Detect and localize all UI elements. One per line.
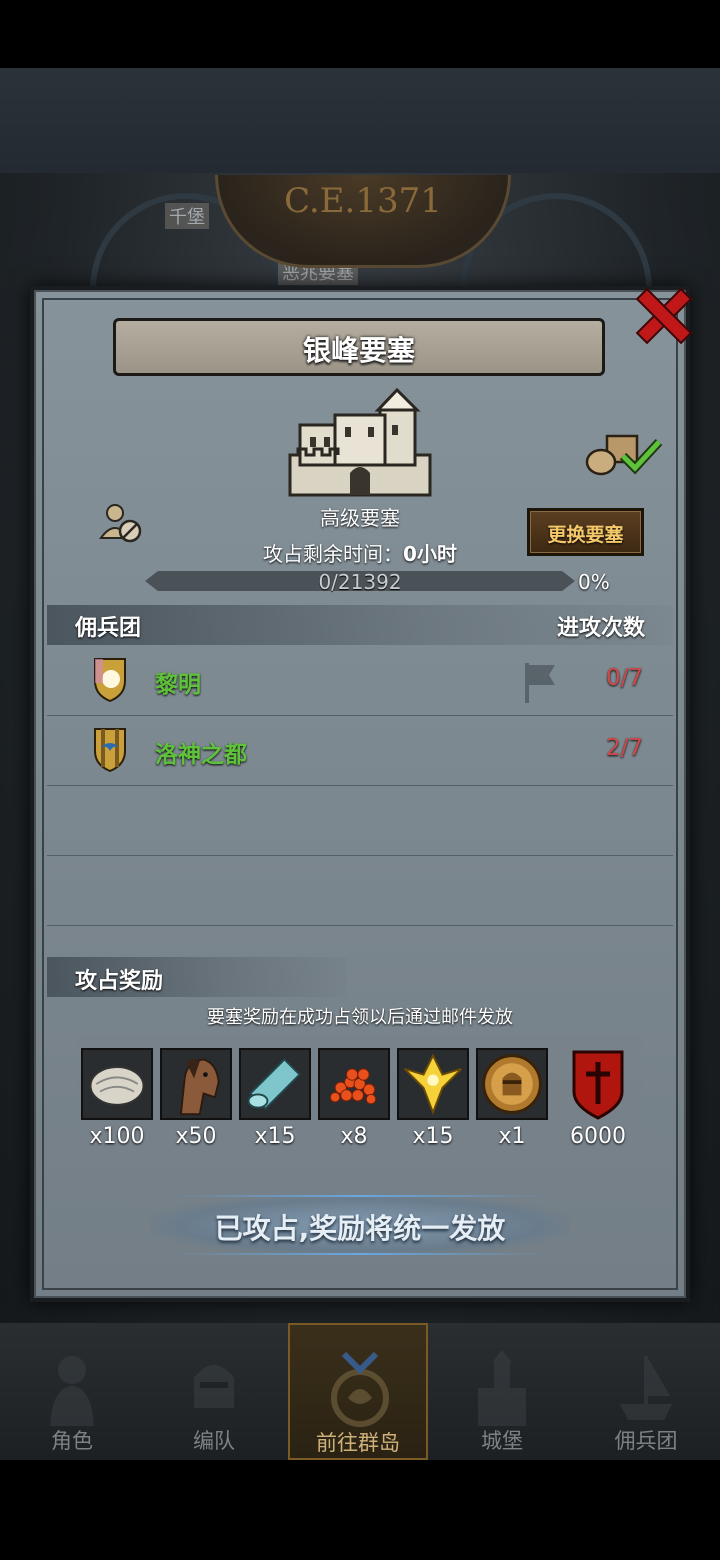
fortress-type: 高级要塞 bbox=[320, 506, 400, 530]
system-nav-area bbox=[0, 1460, 720, 1560]
knight-icon bbox=[50, 1356, 94, 1426]
reward-quantity: x15 bbox=[254, 1124, 296, 1149]
reward-quantity: x50 bbox=[175, 1124, 217, 1149]
guild-shield-icon bbox=[94, 728, 126, 773]
mercenary-row[interactable]: 黎明 0/7 bbox=[47, 645, 673, 716]
banner-emblem-icon bbox=[562, 1048, 634, 1120]
user-ban-icon[interactable] bbox=[98, 500, 143, 545]
guild-shield-icon bbox=[94, 658, 126, 703]
mercenary-row[interactable]: 洛神之都 2/7 bbox=[47, 715, 673, 786]
mercenary-name: 黎明 bbox=[155, 672, 201, 698]
nav-item-castle[interactable]: 城堡 bbox=[432, 1323, 572, 1460]
close-button[interactable] bbox=[630, 282, 693, 345]
nav-label: 前往群岛 bbox=[316, 1431, 400, 1455]
mercenary-header: 佣兵团 bbox=[75, 616, 142, 641]
roe-icon bbox=[318, 1048, 390, 1120]
castle-icon bbox=[288, 387, 432, 497]
dialog-title: 银峰要塞 bbox=[302, 334, 415, 367]
empty-row bbox=[47, 855, 673, 926]
flag-icon bbox=[525, 663, 555, 703]
mercenary-name: 洛神之都 bbox=[155, 742, 247, 768]
reward-item[interactable]: x100 bbox=[81, 1048, 153, 1149]
horse-icon bbox=[160, 1048, 232, 1120]
ship-icon bbox=[620, 1356, 672, 1420]
attack-count: 2/7 bbox=[605, 735, 643, 761]
nav-item-mercenary[interactable]: 佣兵团 bbox=[576, 1323, 716, 1460]
nav-label: 角色 bbox=[51, 1429, 93, 1453]
reward-item[interactable]: x1 bbox=[476, 1048, 548, 1149]
claimed-status-button[interactable]: 已攻占,奖励将统一发放 bbox=[150, 1195, 570, 1255]
knight-medal-icon bbox=[476, 1048, 548, 1120]
progress-percent: 0% bbox=[578, 570, 610, 594]
reward-item[interactable]: x8 bbox=[318, 1048, 390, 1149]
reward-item[interactable]: x15 bbox=[397, 1048, 469, 1149]
cloth-roll-icon bbox=[239, 1048, 311, 1120]
timer-value: 0小时 bbox=[403, 542, 457, 566]
nav-label: 佣兵团 bbox=[614, 1429, 678, 1453]
title-plate: 银峰要塞 bbox=[113, 318, 605, 376]
status-bar bbox=[0, 0, 720, 68]
nav-item-formation[interactable]: 编队 bbox=[144, 1323, 284, 1460]
reward-item[interactable]: x15 bbox=[239, 1048, 311, 1149]
claimed-status-label: 已攻占,奖励将统一发放 bbox=[214, 1212, 506, 1245]
reward-quantity: x15 bbox=[412, 1124, 454, 1149]
attack-count: 0/7 bbox=[605, 665, 643, 691]
reward-quantity: x8 bbox=[340, 1124, 368, 1149]
oyster-icon bbox=[81, 1048, 153, 1120]
swap-fortress-label: 更换要塞 bbox=[547, 524, 624, 546]
reward-quantity: 6000 bbox=[570, 1124, 626, 1149]
capture-timer: 攻占剩余时间：0小时 bbox=[200, 538, 520, 567]
progress-value: 0/21392 bbox=[318, 570, 402, 594]
reward-item[interactable]: x50 bbox=[160, 1048, 232, 1149]
reward-header: 攻占奖励 bbox=[75, 969, 164, 994]
map-label: 千堡 bbox=[165, 203, 209, 229]
reward-item[interactable]: 6000 bbox=[562, 1048, 634, 1149]
top-header-bar bbox=[0, 68, 720, 173]
attacks-header: 进攻次数 bbox=[556, 616, 645, 641]
reward-quantity: x1 bbox=[498, 1124, 526, 1149]
nav-label: 城堡 bbox=[481, 1429, 523, 1453]
reward-note: 要塞奖励在成功占领以后通过邮件发放 bbox=[207, 1007, 513, 1028]
reward-quantity: x100 bbox=[89, 1124, 145, 1149]
nav-item-islands[interactable]: 前往群岛 bbox=[288, 1323, 428, 1460]
era-banner: C.E.1371 bbox=[215, 175, 511, 268]
supply-claimed-icon[interactable] bbox=[585, 428, 665, 478]
gold-crest-icon bbox=[397, 1048, 469, 1120]
bottom-navigation: 角色 编队 前往群岛 城堡 佣兵团 bbox=[0, 1323, 720, 1460]
nav-label: 编队 bbox=[193, 1429, 235, 1453]
helmet-icon bbox=[194, 1365, 234, 1408]
compass-icon bbox=[331, 1351, 389, 1427]
castle-icon bbox=[478, 1350, 526, 1426]
era-text: C.E.1371 bbox=[284, 181, 442, 221]
swap-fortress-button[interactable]: 更换要塞 bbox=[527, 508, 644, 556]
timer-label: 攻占剩余时间： bbox=[263, 542, 404, 566]
empty-row bbox=[47, 785, 673, 856]
nav-item-character[interactable]: 角色 bbox=[2, 1323, 142, 1460]
